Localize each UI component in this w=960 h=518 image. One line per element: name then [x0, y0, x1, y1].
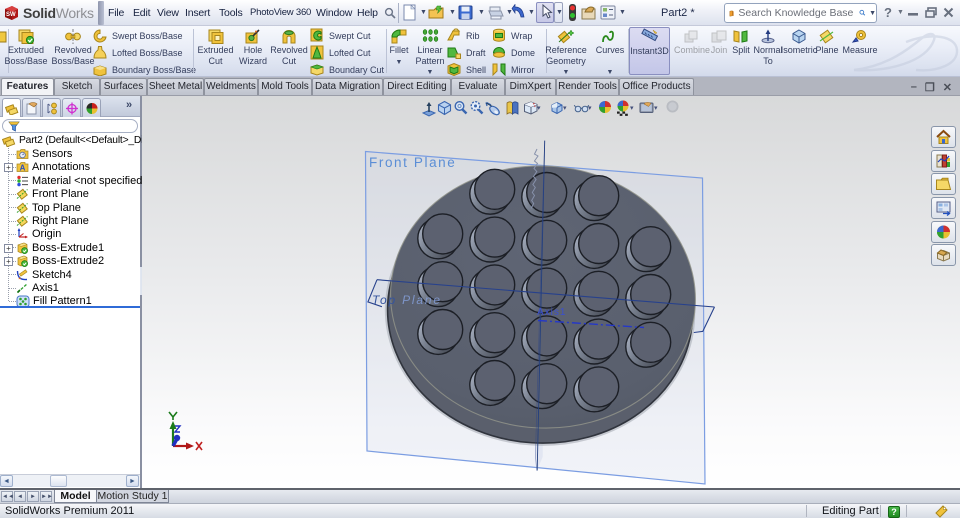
svg-text:Front Plane: Front Plane	[369, 155, 456, 170]
svg-text:Top Plane: Top Plane	[372, 293, 442, 307]
svg-text:Axis1: Axis1	[537, 307, 566, 318]
svg-text:A: A	[20, 164, 26, 173]
